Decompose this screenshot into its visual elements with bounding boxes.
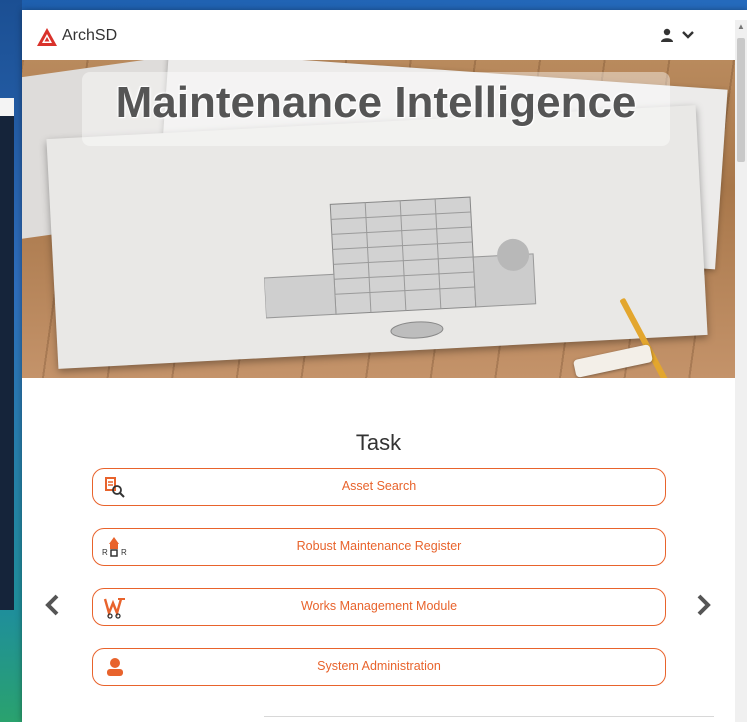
brand-name: ArchSD	[62, 27, 118, 44]
background-window-edge	[0, 98, 14, 610]
task-heading: Task	[355, 430, 402, 455]
works-management-module-button[interactable]: Works Management Module	[92, 588, 666, 626]
chevron-left-icon[interactable]	[40, 592, 66, 618]
chevron-down-icon	[682, 31, 694, 39]
robust-maintenance-register-label: Robust Maintenance Register	[296, 539, 462, 553]
user-icon	[661, 28, 673, 42]
scrollbar-thumb[interactable]	[737, 38, 745, 162]
archsd-logo-icon	[37, 28, 57, 46]
user-menu-button[interactable]	[660, 24, 706, 46]
chevron-right-icon[interactable]	[690, 592, 716, 618]
scroll-up-arrow-icon[interactable]: ▲	[737, 22, 745, 31]
hero-banner: Maintenance Intelligence	[22, 60, 735, 378]
asset-search-label: Asset Search	[341, 479, 417, 493]
building-sketch	[263, 196, 537, 339]
robust-maintenance-register-button[interactable]: R R Robust Maintenance Register	[92, 528, 666, 566]
system-administration-label: System Administration	[317, 659, 441, 673]
background-window-titlebar	[0, 98, 14, 116]
vertical-scrollbar[interactable]: ▲ ▼	[735, 20, 747, 722]
top-header: ArchSD	[22, 10, 735, 60]
footer-divider	[264, 716, 714, 717]
hero-title: Maintenance Intelligence	[115, 78, 637, 127]
asset-search-button[interactable]: Asset Search	[92, 468, 666, 506]
browser-window: ArchSD Maintenance Intelligence Task Ass…	[22, 10, 747, 722]
system-administration-button[interactable]: System Administration	[92, 648, 666, 686]
works-management-module-label: Works Management Module	[300, 599, 458, 613]
